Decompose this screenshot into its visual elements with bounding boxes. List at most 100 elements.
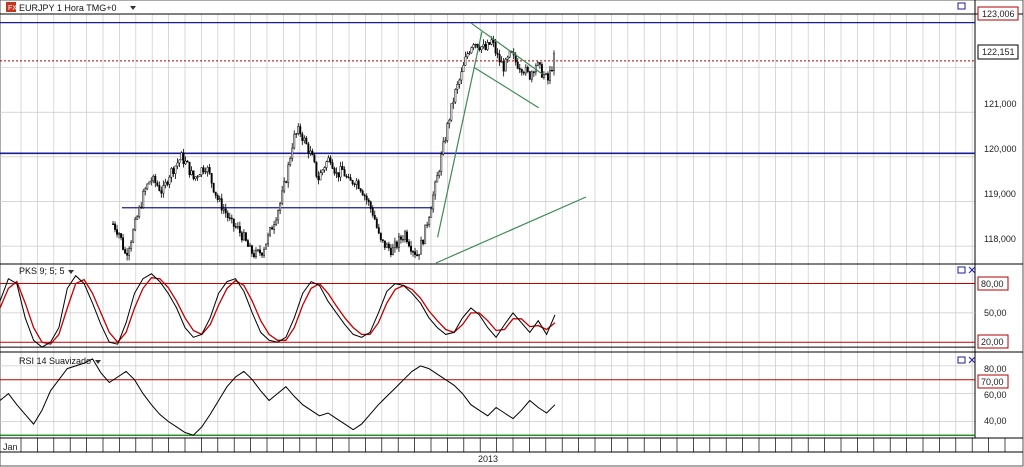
candle-body bbox=[448, 119, 451, 124]
rsi-title[interactable]: RSI 14 Suavizado bbox=[19, 356, 91, 366]
stoch-title[interactable]: PKS 9; 5; 5 bbox=[19, 266, 65, 276]
candle-body bbox=[329, 157, 332, 163]
stoch-tick-50: 50,00 bbox=[984, 308, 1007, 318]
candle-body bbox=[444, 140, 447, 143]
candle-body bbox=[526, 66, 529, 72]
candle-body bbox=[418, 253, 421, 257]
candle-body bbox=[154, 176, 157, 184]
candle-body bbox=[412, 251, 414, 253]
candle-body bbox=[458, 79, 461, 85]
candle-body bbox=[536, 62, 539, 66]
candle-body bbox=[116, 229, 118, 235]
candle-body bbox=[212, 182, 215, 193]
candle-body bbox=[118, 233, 121, 235]
candle-body bbox=[337, 172, 340, 178]
candle-body bbox=[172, 168, 175, 174]
candle-body bbox=[538, 62, 541, 65]
rsi-tick-80: 80,00 bbox=[984, 364, 1007, 374]
candle-body bbox=[208, 167, 211, 174]
candle-body bbox=[156, 182, 159, 186]
candle-body bbox=[200, 167, 203, 176]
candle-body bbox=[462, 64, 465, 73]
candle-body bbox=[397, 236, 400, 248]
candle-body bbox=[186, 160, 189, 163]
candle-body bbox=[295, 133, 298, 135]
candle-body bbox=[313, 154, 316, 163]
candle-body bbox=[542, 74, 545, 78]
candle-body bbox=[257, 249, 259, 251]
chart-window: FX EURJPY 1 Hora TMG+0 PKS 9; 5; 5 RSI 1… bbox=[0, 0, 1024, 467]
candle-body bbox=[393, 241, 396, 249]
candle-body bbox=[204, 171, 207, 173]
candle-body bbox=[325, 161, 328, 168]
candle-body bbox=[242, 232, 245, 241]
stoch-tick-20: 20,00 bbox=[981, 337, 1004, 347]
candle-body bbox=[277, 210, 280, 221]
x-year-label: 2013 bbox=[478, 454, 498, 464]
candle-body bbox=[456, 84, 459, 90]
candle-body bbox=[490, 39, 493, 45]
candle-body bbox=[476, 43, 479, 48]
candle-body bbox=[530, 71, 533, 80]
candle-body bbox=[263, 248, 265, 256]
candle-body bbox=[130, 241, 133, 249]
candle-body bbox=[404, 231, 406, 240]
candle-body bbox=[158, 185, 161, 191]
candle-body bbox=[341, 166, 344, 170]
candle-body bbox=[450, 103, 453, 121]
candle-body bbox=[522, 72, 525, 74]
candle-body bbox=[144, 188, 147, 192]
candle-body bbox=[150, 180, 153, 183]
candle-body bbox=[120, 233, 123, 238]
candle-body bbox=[422, 239, 425, 245]
candle-body bbox=[347, 176, 350, 178]
candle-body bbox=[440, 154, 443, 172]
candle-body bbox=[375, 218, 378, 228]
candle-body bbox=[210, 173, 213, 184]
candle-body bbox=[305, 137, 308, 145]
candle-body bbox=[250, 245, 253, 254]
candle-body bbox=[424, 224, 427, 245]
candle-body bbox=[230, 217, 233, 220]
candle-body bbox=[188, 161, 191, 175]
chart-title[interactable]: EURJPY 1 Hora TMG+0 bbox=[19, 3, 116, 13]
candle-body bbox=[140, 206, 143, 209]
candle-body bbox=[460, 71, 463, 81]
candle-body bbox=[319, 172, 322, 181]
candle-body bbox=[438, 171, 441, 176]
candle-body bbox=[339, 166, 342, 178]
candle-body bbox=[232, 218, 235, 227]
candle-body bbox=[269, 227, 272, 236]
y-tick-118: 118,000 bbox=[984, 234, 1016, 244]
candle-body bbox=[122, 237, 125, 250]
candle-body bbox=[546, 73, 549, 81]
candle-body bbox=[146, 183, 149, 190]
candle-body bbox=[452, 101, 455, 104]
rsi-tick-40: 40,00 bbox=[984, 416, 1007, 426]
candle-body bbox=[508, 51, 511, 58]
candle-body bbox=[414, 251, 417, 255]
candle-body bbox=[170, 168, 173, 178]
candle-body bbox=[218, 198, 221, 200]
candle-body bbox=[504, 58, 507, 72]
candle-body bbox=[464, 56, 467, 66]
candle-body bbox=[369, 201, 372, 209]
candle-body bbox=[436, 175, 439, 183]
candle-body bbox=[446, 123, 449, 141]
candle-body bbox=[194, 176, 197, 180]
forex-chart: FX EURJPY 1 Hora TMG+0 PKS 9; 5; 5 RSI 1… bbox=[0, 0, 1024, 467]
candle-body bbox=[383, 240, 386, 248]
candle-body bbox=[216, 195, 219, 200]
candle-body bbox=[387, 243, 390, 249]
candle-body bbox=[416, 254, 419, 257]
candle-body bbox=[544, 73, 547, 75]
candle-body bbox=[265, 243, 267, 250]
candle-body bbox=[168, 176, 171, 185]
candle-body bbox=[287, 164, 290, 183]
candle-body bbox=[321, 169, 324, 173]
candle-body bbox=[182, 152, 185, 165]
candle-body bbox=[206, 167, 209, 172]
candle-body bbox=[293, 133, 296, 149]
rsi-tick-60: 60,00 bbox=[984, 390, 1007, 400]
candle-body bbox=[240, 232, 243, 241]
